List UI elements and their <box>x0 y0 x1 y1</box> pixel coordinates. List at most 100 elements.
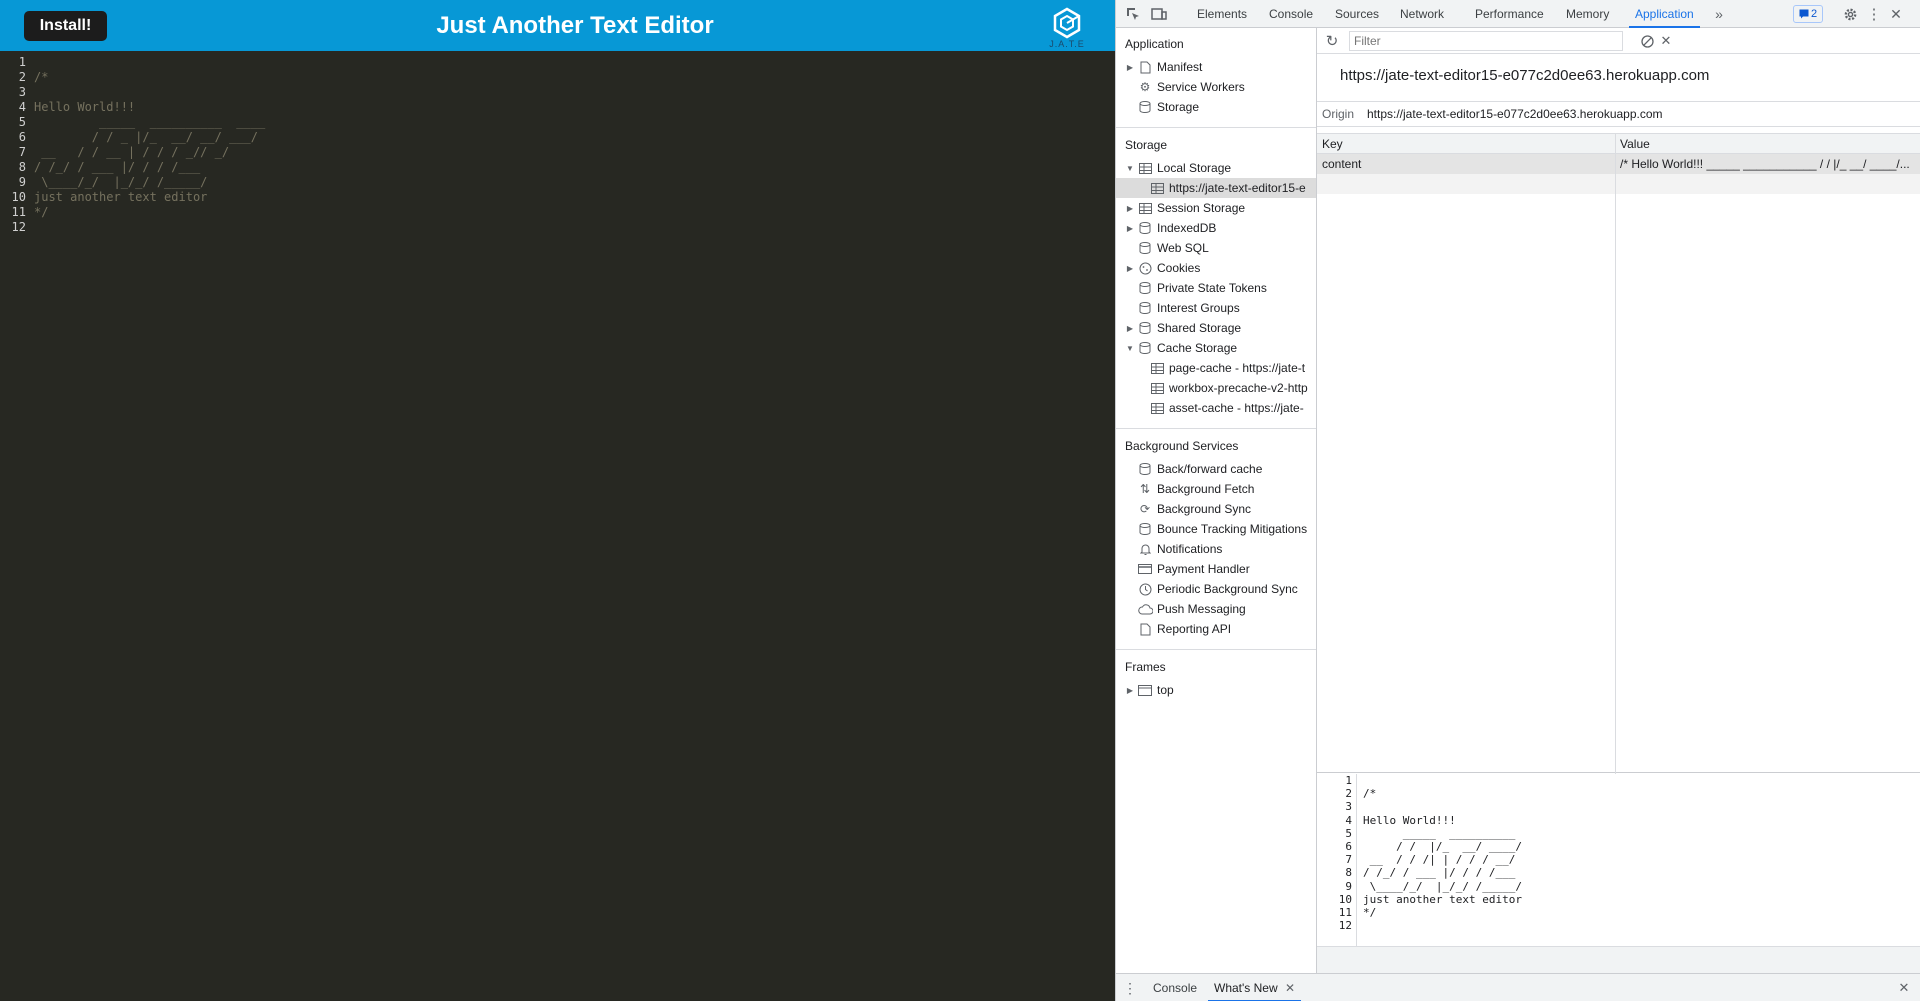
tab-memory[interactable]: Memory <box>1566 0 1609 28</box>
preview-line: just another text editor <box>1363 892 1522 906</box>
sidebar-item-indexeddb[interactable]: ▶ IndexedDB <box>1116 218 1316 238</box>
sidebar-item-push-messaging[interactable]: Push Messaging <box>1116 599 1316 619</box>
code-editor[interactable]: 1 2 3 4 5 6 7 8 9 10 11 12 /* Hello Worl… <box>0 55 1115 1001</box>
table-row[interactable]: content /* Hello World!!! _____ ________… <box>1317 154 1920 174</box>
sidebar-item-shared-storage[interactable]: ▶ Shared Storage <box>1116 318 1316 338</box>
drawer-tab-whats-new[interactable]: What's New ✕ <box>1208 974 1302 1001</box>
cookie-icon <box>1137 261 1153 275</box>
drawer-menu-icon[interactable]: ⋮ <box>1121 979 1139 997</box>
sidebar-item-asset-cache[interactable]: asset-cache - https://jate- <box>1116 398 1316 418</box>
settings-gear-icon[interactable] <box>1841 5 1859 23</box>
line-number: 5 <box>18 115 26 129</box>
drawer-tab-console[interactable]: Console <box>1153 974 1197 1001</box>
filter-input[interactable] <box>1349 31 1623 51</box>
sidebar-item-periodic-sync[interactable]: Periodic Background Sync <box>1116 579 1316 599</box>
sync-icon: ⟳ <box>1139 502 1151 516</box>
sidebar-item-cookies[interactable]: ▶ Cookies <box>1116 258 1316 278</box>
column-header-value[interactable]: Value <box>1620 137 1650 151</box>
line-number: 2 <box>1345 787 1352 801</box>
close-devtools-icon[interactable]: ✕ <box>1887 5 1905 23</box>
sidebar-item-private-state-tokens[interactable]: Private State Tokens <box>1116 278 1316 298</box>
sidebar-item-notifications[interactable]: Notifications <box>1116 539 1316 559</box>
sidebar-item-back-forward-cache[interactable]: Back/forward cache <box>1116 459 1316 479</box>
line-number: 1 <box>18 55 26 69</box>
cell-value: /* Hello World!!! _____ ___________ / / … <box>1620 157 1910 171</box>
sidebar-item-label: asset-cache - https://jate- <box>1169 401 1304 415</box>
line-number: 7 <box>1345 853 1352 867</box>
sidebar-item-background-fetch[interactable]: ⇅ Background Fetch <box>1116 479 1316 499</box>
sidebar-item-bounce-tracking[interactable]: Bounce Tracking Mitigations <box>1116 519 1316 539</box>
section-title-application: Application <box>1125 37 1184 51</box>
credit-card-icon <box>1137 562 1153 576</box>
sidebar-item-page-cache[interactable]: page-cache - https://jate-t <box>1116 358 1316 378</box>
sidebar-item-interest-groups[interactable]: Interest Groups <box>1116 298 1316 318</box>
table-icon <box>1149 361 1165 375</box>
cloud-icon <box>1137 602 1153 616</box>
storage-table: Key Value content /* Hello World!!! ____… <box>1317 133 1920 774</box>
line-number: 6 <box>18 130 26 144</box>
tab-application[interactable]: Application <box>1629 0 1700 28</box>
table-icon <box>1137 201 1153 215</box>
table-icon <box>1149 181 1165 195</box>
device-toolbar-icon[interactable] <box>1150 5 1168 23</box>
app-header: Install! Just Another Text Editor J.A.T.… <box>0 0 1115 51</box>
more-tabs-icon[interactable]: » <box>1710 5 1728 23</box>
sidebar-item-label: Reporting API <box>1157 622 1232 636</box>
origin-row: Origin https://jate-text-editor15-e077c2… <box>1317 101 1920 127</box>
devtools-drawer: ⋮ Console What's New ✕ ✕ <box>1116 973 1920 1001</box>
sidebar-item-label: Notifications <box>1157 542 1223 556</box>
tab-network[interactable]: Network <box>1400 0 1444 28</box>
tab-performance[interactable]: Performance <box>1475 0 1544 28</box>
code-line: _____ __________ ____ <box>34 115 266 129</box>
devtools-panel: Elements Console Sources Network Perform… <box>1115 0 1920 1001</box>
editor-code[interactable]: /* Hello World!!! _____ __________ ____ … <box>34 55 265 235</box>
tab-console[interactable]: Console <box>1269 0 1313 28</box>
kebab-menu-icon[interactable]: ⋮ <box>1865 5 1883 23</box>
sidebar-item-label: https://jate-text-editor15-e <box>1169 181 1306 195</box>
preview-line: */ <box>1363 905 1377 919</box>
sidebar-item-background-sync[interactable]: ⟳ Background Sync <box>1116 499 1316 519</box>
database-icon <box>1137 100 1153 114</box>
close-drawer-icon[interactable]: ✕ <box>1895 979 1913 997</box>
line-number: 8 <box>18 160 26 174</box>
column-header-key[interactable]: Key <box>1322 137 1343 151</box>
refresh-icon[interactable]: ↻ <box>1323 32 1341 50</box>
sidebar-item-session-storage[interactable]: ▶ Session Storage <box>1116 198 1316 218</box>
sidebar-item-reporting-api[interactable]: Reporting API <box>1116 619 1316 639</box>
sidebar-item-manifest[interactable]: ▶ Manifest <box>1116 57 1316 77</box>
sidebar-item-service-workers[interactable]: ⚙ Service Workers <box>1116 77 1316 97</box>
preview-gutter: 1 2 3 4 5 6 7 8 9 10 11 12 <box>1317 774 1357 973</box>
sidebar-item-payment-handler[interactable]: Payment Handler <box>1116 559 1316 579</box>
sidebar-item-cache-storage[interactable]: ▼ Cache Storage <box>1116 338 1316 358</box>
clear-all-icon[interactable] <box>1638 32 1656 50</box>
sidebar-item-frame-top[interactable]: ▶ top <box>1116 680 1316 700</box>
sidebar-item-label: Bounce Tracking Mitigations <box>1157 522 1308 536</box>
tab-elements[interactable]: Elements <box>1197 0 1247 28</box>
close-tab-icon[interactable]: ✕ <box>1285 981 1295 995</box>
database-icon <box>1137 281 1153 295</box>
preview-scrollbar[interactable] <box>1317 946 1920 973</box>
table-header: Key Value <box>1317 134 1920 154</box>
issues-badge[interactable]: 2 <box>1793 5 1823 23</box>
preview-line <box>1363 774 1522 787</box>
delete-selected-icon[interactable]: ✕ <box>1657 32 1675 50</box>
sidebar-item-workbox-precache[interactable]: workbox-precache-v2-http <box>1116 378 1316 398</box>
column-divider <box>1615 134 1616 774</box>
sidebar-item-local-storage[interactable]: ▼ Local Storage <box>1116 158 1316 178</box>
preview-line: _____ __________ <box>1363 826 1516 840</box>
sidebar-item-local-storage-origin[interactable]: https://jate-text-editor15-e <box>1116 178 1316 198</box>
sidebar-item-label: Background Fetch <box>1157 482 1255 496</box>
cell-key: content <box>1322 157 1362 171</box>
sidebar-item-storage[interactable]: Storage <box>1116 97 1316 117</box>
sidebar-item-label: Local Storage <box>1157 161 1232 175</box>
inspect-element-icon[interactable] <box>1124 5 1142 23</box>
sidebar-item-web-sql[interactable]: Web SQL <box>1116 238 1316 258</box>
devtools-tabbar: Elements Console Sources Network Perform… <box>1116 0 1920 28</box>
tab-sources[interactable]: Sources <box>1335 0 1379 28</box>
line-number: 11 <box>1338 905 1352 919</box>
sidebar-item-label: Session Storage <box>1157 201 1246 215</box>
table-row-empty[interactable] <box>1317 174 1920 194</box>
